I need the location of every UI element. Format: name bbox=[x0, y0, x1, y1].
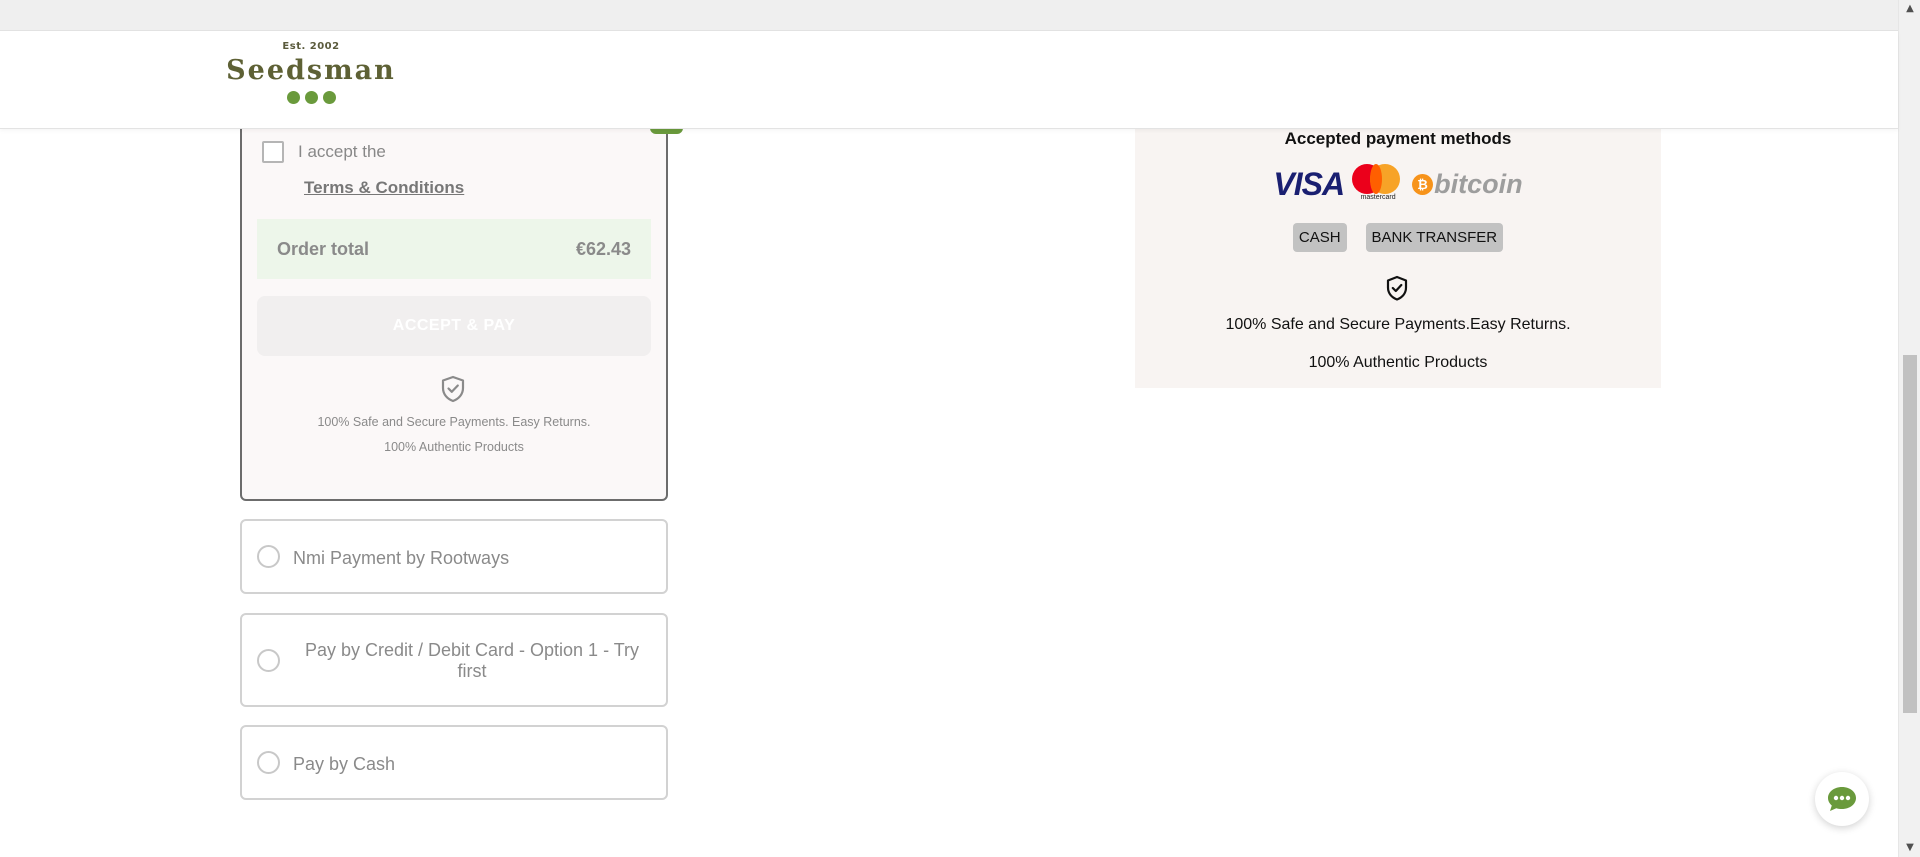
chat-widget-button[interactable] bbox=[1815, 772, 1869, 826]
logo-dot bbox=[304, 91, 318, 104]
payment-option-label: Pay by Credit / Debit Card - Option 1 - … bbox=[304, 640, 640, 681]
terms-checkbox[interactable] bbox=[262, 141, 284, 163]
terms-accept-row: I accept the bbox=[262, 141, 386, 163]
mastercard-wordmark: mastercard bbox=[1360, 194, 1396, 201]
radio-button[interactable] bbox=[257, 545, 280, 568]
accepted-methods-title: Accepted payment methods bbox=[1284, 129, 1512, 148]
mastercard-overlap bbox=[1370, 164, 1383, 194]
bitcoin-logo: ₿ bitcoin bbox=[1412, 169, 1523, 200]
payment-option-label: Nmi Payment by Rootways bbox=[293, 548, 510, 568]
safe-payments-text: 100% Safe and Secure Payments.Easy Retur… bbox=[1225, 316, 1571, 333]
page-scrollbar[interactable]: ▲ ▼ bbox=[1898, 0, 1920, 857]
order-total-label: Order total bbox=[277, 238, 370, 259]
payment-badges: CASH BANK TRANSFER bbox=[1135, 223, 1661, 252]
accepted-payment-methods-panel: Accepted payment methods VISA mastercard… bbox=[1135, 129, 1661, 388]
scroll-down-icon[interactable]: ▼ bbox=[1899, 839, 1920, 857]
order-total-value: €62.43 bbox=[575, 238, 631, 259]
accept-pay-button[interactable]: ACCEPT & PAY bbox=[257, 296, 651, 356]
bitcoin-wordmark: bitcoin bbox=[1434, 168, 1523, 199]
payment-option-label: Pay by Cash bbox=[293, 754, 396, 774]
browser-top-strip bbox=[0, 0, 1898, 31]
radio-button[interactable] bbox=[257, 649, 280, 672]
shield-check-icon bbox=[441, 375, 465, 403]
mastercard-logo: mastercard bbox=[1352, 164, 1404, 204]
payment-option-nmi[interactable]: Nmi Payment by Rootways bbox=[240, 519, 668, 594]
site-header: Est. 2002 Seedsman bbox=[0, 31, 1898, 129]
scrollbar-thumb[interactable] bbox=[1903, 355, 1917, 713]
terms-conditions-link[interactable]: Terms & Conditions bbox=[304, 178, 464, 198]
payment-option-cash[interactable]: Pay by Cash bbox=[240, 725, 668, 800]
authentic-products-text: 100% Authentic Products bbox=[384, 440, 524, 454]
payment-option-credit-card[interactable]: Pay by Credit / Debit Card - Option 1 - … bbox=[240, 613, 668, 707]
logo-dot bbox=[322, 91, 336, 104]
order-total-bar: Order total €62.43 bbox=[257, 219, 651, 279]
seedsman-logo[interactable]: Est. 2002 Seedsman bbox=[222, 41, 400, 121]
logo-est-text: Est. 2002 bbox=[282, 41, 340, 52]
visa-logo: VISA bbox=[1273, 165, 1345, 202]
logo-name-text: Seedsman bbox=[226, 55, 396, 86]
payment-logos-row: VISA mastercard ₿ bitcoin bbox=[1135, 164, 1661, 204]
logo-dot bbox=[286, 91, 300, 104]
authentic-products-text: 100% Authentic Products bbox=[1308, 354, 1488, 371]
logo-dots bbox=[222, 91, 400, 104]
bitcoin-coin-icon: ₿ bbox=[1412, 173, 1434, 195]
shield-check-icon bbox=[1386, 275, 1408, 301]
scroll-up-icon[interactable]: ▲ bbox=[1899, 0, 1920, 18]
accept-label: I accept the bbox=[298, 142, 386, 161]
bank-transfer-badge: BANK TRANSFER bbox=[1365, 223, 1504, 252]
radio-button[interactable] bbox=[257, 751, 280, 774]
chat-bubble-icon bbox=[1828, 787, 1856, 811]
cash-badge: CASH bbox=[1292, 223, 1347, 252]
safe-payments-text: 100% Safe and Secure Payments. Easy Retu… bbox=[317, 415, 591, 429]
